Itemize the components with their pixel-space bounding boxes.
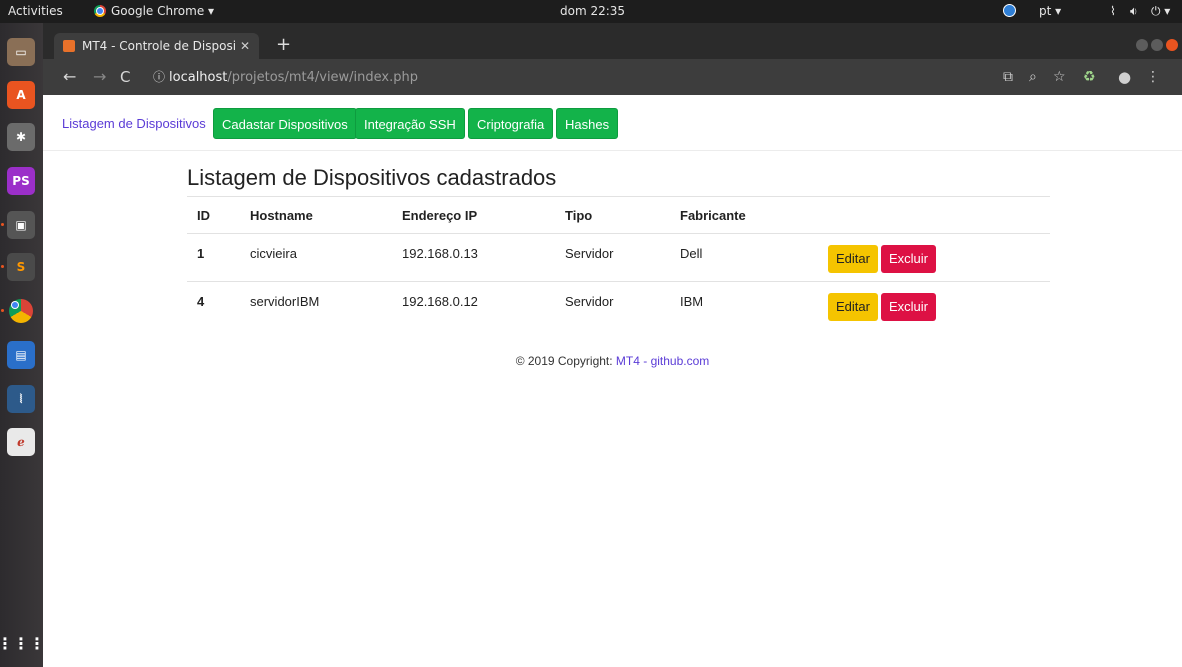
- column-header-ip: Endereço IP: [402, 208, 478, 223]
- column-header-id: ID: [197, 208, 210, 223]
- browser-tab[interactable]: MT4 - Controle de Disposi ✕: [54, 33, 259, 59]
- chrome-icon: [9, 299, 33, 323]
- sublime-text-icon[interactable]: S: [7, 253, 35, 281]
- column-header-tipo: Tipo: [565, 208, 593, 223]
- minimize-button[interactable]: [1136, 39, 1148, 51]
- nav-link-listagem[interactable]: Listagem de Dispositivos: [62, 116, 206, 131]
- chrome-dock-icon[interactable]: [7, 297, 35, 325]
- reload-icon[interactable]: C: [120, 59, 130, 95]
- delete-button[interactable]: Excluir: [881, 293, 937, 321]
- cell-id: 4: [197, 294, 205, 309]
- web-page: Listagem de Dispositivos Cadastar Dispos…: [43, 95, 1182, 667]
- cell-ip: 192.168.0.13: [402, 246, 478, 261]
- profile-icon[interactable]: ●: [1118, 59, 1131, 95]
- favicon-icon: [63, 40, 75, 52]
- new-tab-button[interactable]: +: [276, 33, 291, 57]
- files-icon[interactable]: ▭: [7, 38, 35, 66]
- cell-hostname: servidorIBM: [250, 294, 320, 309]
- browser-toolbar: ← → C ⓘ localhost/projetos/mt4/view/index…: [43, 59, 1182, 95]
- forward-icon[interactable]: →: [93, 59, 106, 95]
- language-menu[interactable]: pt ▾: [1039, 0, 1061, 23]
- activities-button[interactable]: Activities: [8, 0, 63, 23]
- wifi-icon[interactable]: ⌇: [1110, 0, 1116, 23]
- show-apps-icon[interactable]: ⋮⋮⋮: [0, 629, 45, 657]
- phpstorm-icon[interactable]: PS: [7, 167, 35, 195]
- software-center-icon[interactable]: A: [7, 81, 35, 109]
- extension-icon[interactable]: ♻: [1083, 59, 1096, 95]
- address-bar[interactable]: ⓘ localhost/projetos/mt4/view/index.php: [153, 59, 418, 95]
- chrome-icon: [94, 5, 106, 17]
- cell-tipo: Servidor: [565, 294, 614, 309]
- site-navbar: Listagem de Dispositivos Cadastar Dispos…: [43, 95, 1182, 151]
- menu-icon[interactable]: ⋮: [1146, 59, 1160, 95]
- app-menu[interactable]: Google Chrome ▾: [94, 0, 214, 23]
- table-row: 4 servidorIBM 192.168.0.12 Servidor IBM …: [187, 281, 1050, 329]
- settings-tools-icon[interactable]: ✱: [7, 123, 35, 151]
- page-footer: © 2019 Copyright: MT4 - github.com: [43, 354, 1182, 368]
- column-header-fabricante: Fabricante: [680, 208, 746, 223]
- url-host: localhost: [169, 70, 228, 85]
- running-indicator: [1, 265, 4, 268]
- table-row: 1 cicvieira 192.168.0.13 Servidor Dell E…: [187, 233, 1050, 281]
- power-icon[interactable]: ⏻ ▾: [1151, 0, 1170, 23]
- nav-button-criptografia[interactable]: Criptografia: [468, 108, 554, 139]
- cell-fabricante: IBM: [680, 294, 704, 309]
- column-header-hostname: Hostname: [250, 208, 313, 223]
- browser-tab-strip: MT4 - Controle de Disposi ✕ +: [43, 23, 1182, 59]
- tab-title: MT4 - Controle de Disposi: [82, 39, 237, 53]
- delete-button[interactable]: Excluir: [881, 245, 937, 273]
- github-link[interactable]: MT4 - github.com: [616, 354, 709, 368]
- app-menu-label: Google Chrome ▾: [111, 4, 215, 18]
- running-indicator: [1, 309, 4, 312]
- cell-ip: 192.168.0.12: [402, 294, 478, 309]
- close-icon[interactable]: ✕: [240, 33, 250, 59]
- maximize-button[interactable]: [1151, 39, 1163, 51]
- running-indicator: [1, 223, 4, 226]
- writer-icon[interactable]: ▤: [7, 341, 35, 369]
- cell-tipo: Servidor: [565, 246, 614, 261]
- window-controls: [1136, 39, 1178, 51]
- launcher-dock: ▭ A ✱ PS ▣ S ▤ ⦚ ℯ ⋮⋮⋮: [0, 23, 45, 667]
- zoom-icon[interactable]: ⌕: [1029, 59, 1037, 95]
- cell-hostname: cicvieira: [250, 246, 297, 261]
- close-window-button[interactable]: [1166, 39, 1178, 51]
- nav-button-ssh[interactable]: Integração SSH: [355, 108, 465, 139]
- url-path: /projetos/mt4/view/index.php: [227, 70, 419, 85]
- copyright-text: © 2019 Copyright:: [515, 354, 616, 368]
- teamviewer-icon[interactable]: [1003, 0, 1016, 23]
- nav-button-hashes[interactable]: Hashes: [556, 108, 619, 139]
- info-icon[interactable]: ⓘ: [153, 70, 165, 84]
- devices-table: ID Hostname Endereço IP Tipo Fabricante …: [187, 196, 1050, 329]
- back-icon[interactable]: ←: [63, 59, 76, 95]
- clock[interactable]: dom 22:35: [560, 0, 625, 23]
- os-top-bar: Activities Google Chrome ▾ dom 22:35 pt …: [0, 0, 1182, 23]
- mysql-workbench-icon[interactable]: ⦚: [7, 385, 35, 413]
- cell-id: 1: [197, 246, 205, 261]
- terminal-icon[interactable]: ▣: [7, 211, 35, 239]
- translate-icon[interactable]: ⧉: [1003, 59, 1013, 95]
- table-header: ID Hostname Endereço IP Tipo Fabricante: [187, 196, 1050, 233]
- edit-button[interactable]: Editar: [828, 245, 878, 273]
- volume-icon[interactable]: 🔉︎: [1130, 0, 1138, 23]
- edit-button[interactable]: Editar: [828, 293, 878, 321]
- page-title: Listagem de Dispositivos cadastrados: [187, 165, 557, 190]
- nav-button-cadastrar[interactable]: Cadastar Dispositivos: [213, 108, 357, 139]
- bookmark-star-icon[interactable]: ☆: [1053, 59, 1066, 95]
- cell-fabricante: Dell: [680, 246, 703, 261]
- evince-icon[interactable]: ℯ: [7, 428, 35, 456]
